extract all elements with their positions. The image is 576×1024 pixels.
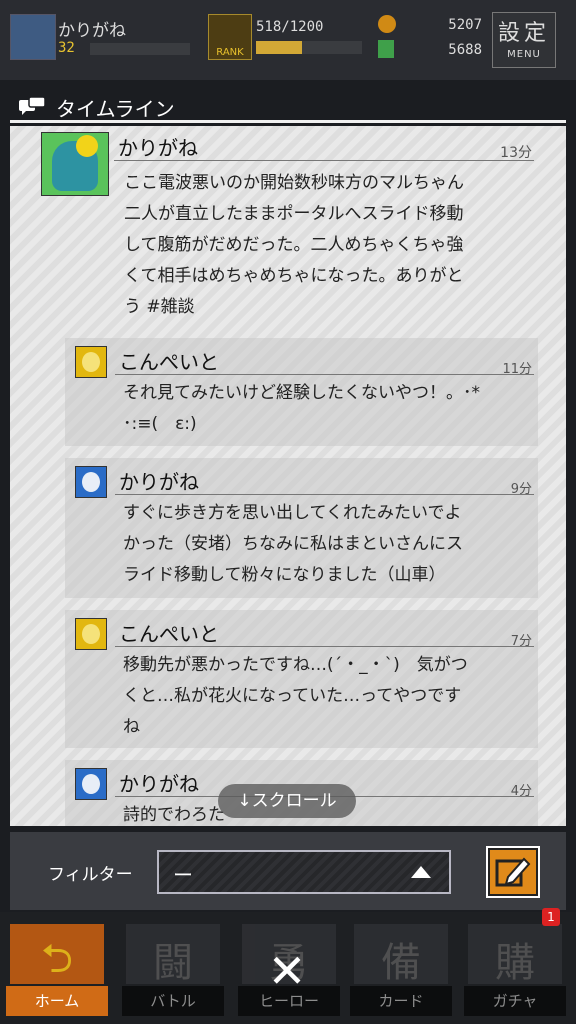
gem-count: 5688: [448, 42, 482, 58]
avatar-flower: [76, 135, 98, 157]
timeline-title: タイムライン: [56, 97, 175, 121]
reply-item[interactable]: こんぺいと 7分 移動先が悪かったですね…(´・_・`) 気がつ くと…私が花火…: [65, 610, 538, 748]
avatar-face: [82, 352, 100, 372]
timeline-post[interactable]: かりがね 13分 ここ電波悪いのか開始数秒味方のマルちゃん 二人が直立したままポ…: [10, 126, 566, 326]
nav-home[interactable]: ⮌ ホーム: [2, 918, 112, 1022]
author-avatar[interactable]: [41, 132, 109, 196]
gacha-glyph: 購: [495, 940, 535, 986]
reply-line: それ見てみたいけど経験したくないやつ！。･*: [123, 383, 480, 403]
rank-progress-text: 518/1200: [256, 19, 324, 35]
reply-author: こんぺいと: [119, 622, 219, 646]
nav-card-label: カード: [350, 986, 452, 1016]
post-time: 13分: [500, 145, 532, 161]
settings-button[interactable]: 設定 MENU: [492, 12, 556, 68]
scroll-hint-button[interactable]: ↓スクロール: [218, 784, 356, 818]
reply-line: かった（安堵）ちなみに私はまといさんにス: [123, 534, 463, 554]
header-divider: [10, 120, 566, 123]
reply-item[interactable]: かりがね 9分 すぐに歩き方を思い出してくれたみたいでよ かった（安堵）ちなみに…: [65, 458, 538, 598]
nav-card[interactable]: 備 カード: [346, 918, 456, 1022]
reply-avatar[interactable]: [75, 768, 107, 800]
reply-line: ･:≡( ε:): [123, 414, 197, 434]
timeline-feed[interactable]: かりがね 13分 ここ電波悪いのか開始数秒味方のマルちゃん 二人が直立したままポ…: [10, 126, 566, 826]
post-line: う #雑談: [124, 297, 195, 317]
player-avatar[interactable]: [10, 14, 56, 60]
notification-badge: 1: [542, 908, 560, 926]
battle-icon: 闘: [126, 924, 220, 986]
nav-home-label: ホーム: [6, 986, 108, 1016]
reply-body: 移動先が悪かったですね…(´・_・`) 気がつ くと…私が花火になっていた…って…: [123, 650, 530, 743]
post-line: くて相手はめちゃめちゃになった。ありがと: [124, 266, 464, 286]
compose-button[interactable]: [486, 846, 540, 898]
reply-body: それ見てみたいけど経験したくないやつ！。･* ･:≡( ε:): [123, 378, 530, 440]
post-body: ここ電波悪いのか開始数秒味方のマルちゃん 二人が直立したままポータルへスライド移…: [124, 168, 536, 323]
settings-label: 設定: [497, 21, 550, 46]
reply-divider: [115, 494, 534, 495]
status-bar: かりがね 32 RANK 518/1200 5207 5688 設定 MENU: [0, 0, 576, 80]
gem-icon: [378, 40, 394, 58]
coin-count: 5207: [448, 17, 482, 33]
filter-bar: フィルター ー: [10, 832, 566, 910]
filter-label: フィルター: [48, 865, 133, 885]
nav-battle[interactable]: 闘 バトル: [118, 918, 228, 1022]
avatar-face: [82, 472, 100, 492]
player-level: 32: [58, 40, 75, 56]
filter-dropdown[interactable]: ー: [157, 850, 451, 894]
avatar-face: [82, 774, 100, 794]
nav-battle-label: バトル: [122, 986, 224, 1016]
post-author: かりがね: [118, 136, 198, 160]
pencil-note-icon: [495, 857, 531, 887]
reply-avatar[interactable]: [75, 346, 107, 378]
post-line: ここ電波悪いのか開始数秒味方のマルちゃん: [124, 173, 464, 193]
reply-divider: [115, 646, 534, 647]
player-name: かりがね: [58, 21, 126, 41]
chat-bubbles-icon: [19, 96, 46, 115]
reply-avatar[interactable]: [75, 466, 107, 498]
reply-item[interactable]: こんぺいと 11分 それ見てみたいけど経験したくないやつ！。･* ･:≡( ε:…: [65, 338, 538, 446]
reply-line: ね: [123, 717, 140, 737]
reply-line: 移動先が悪かったですね…(´・_・`) 気がつ: [123, 655, 468, 675]
nav-gacha-label: ガチャ: [464, 986, 566, 1016]
post-line: 二人が直立したままポータルへスライド移動: [124, 204, 464, 224]
gacha-icon: 購: [468, 924, 562, 986]
reply-author: こんぺいと: [119, 350, 219, 374]
reply-divider: [115, 374, 534, 375]
avatar-face: [82, 624, 100, 644]
rank-progress-bar: [256, 41, 362, 54]
card-glyph: 備: [381, 940, 421, 986]
rank-label: RANK: [216, 47, 244, 58]
reply-avatar[interactable]: [75, 618, 107, 650]
rank-progress-fill: [256, 41, 302, 54]
reply-line: すぐに歩き方を思い出してくれたみたいでよ: [123, 503, 462, 523]
post-divider: [114, 160, 534, 161]
rank-icon: RANK: [208, 14, 252, 60]
close-icon[interactable]: ✕: [262, 946, 312, 996]
card-icon: 備: [354, 924, 448, 986]
nav-gacha[interactable]: 購 ガチャ: [460, 918, 570, 1022]
filter-value: ー: [173, 863, 193, 887]
reply-body: すぐに歩き方を思い出してくれたみたいでよ かった（安堵）ちなみに私はまといさんに…: [123, 498, 530, 591]
coin-icon: [378, 15, 396, 33]
reply-author: かりがね: [119, 772, 199, 796]
settings-sub-label: MENU: [507, 49, 541, 60]
xp-bar: [90, 43, 190, 55]
reply-line: くと…私が花火になっていた…ってやつです: [123, 686, 462, 706]
reply-line: ライド移動して粉々になりました（山車）: [123, 565, 446, 585]
post-line: して腹筋がだめだった。二人めちゃくちゃ強: [124, 235, 464, 255]
home-icon: ⮌: [10, 924, 104, 984]
battle-glyph: 闘: [153, 940, 193, 986]
reply-author: かりがね: [119, 470, 199, 494]
dropdown-arrow-icon: [411, 866, 431, 878]
